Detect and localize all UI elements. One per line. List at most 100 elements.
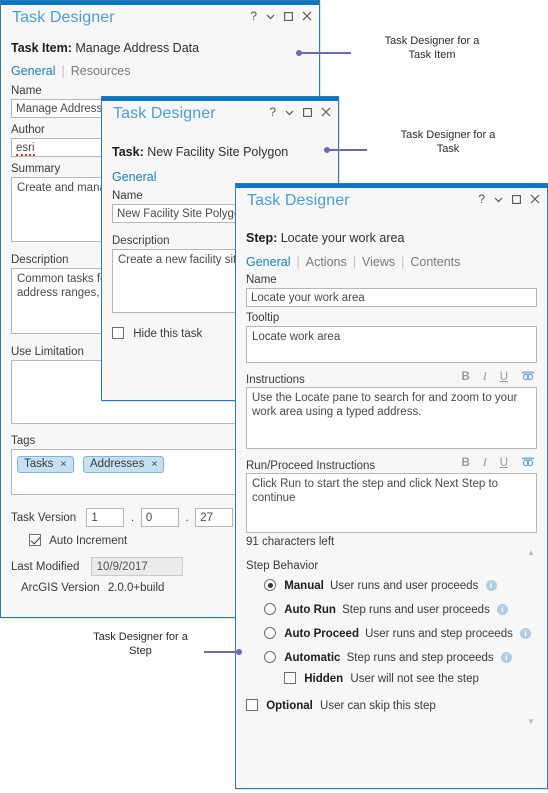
format-toolbar-instructions[interactable]: B I U [462,369,535,384]
callout-line-1: Task Designer for a [400,129,496,141]
version-minor-input[interactable]: 0 [140,508,179,527]
scroll-down-icon[interactable]: ▼ [527,717,535,726]
close-icon[interactable] [302,11,312,21]
titlebar[interactable]: Task Designer ? [236,188,547,218]
close-icon[interactable] [530,194,540,204]
maximize-icon[interactable] [284,11,293,21]
tab-general[interactable]: General [246,255,296,269]
optional-checkbox[interactable] [246,699,258,711]
tag-chip[interactable]: Addresses × [83,456,165,473]
optional-desc: User can skip this step [320,700,436,712]
task-header: Task: New Facility Site Polygon [112,145,328,159]
optional-row[interactable]: Optional User can skip this step [246,699,537,712]
version-build-input[interactable]: 27 [195,508,234,527]
optional-label: Optional [266,700,313,712]
callout-line-1: Task Designer for a [384,35,480,47]
instructions-textarea[interactable]: Use the Locate pane to search for and zo… [246,387,537,449]
tag-remove-icon[interactable]: × [151,458,157,470]
help-icon[interactable]: ? [478,193,485,205]
behavior-option-auto-run[interactable]: Auto Run Step runs and user proceeds i [264,603,537,616]
scroll-down-row[interactable]: ▼ [246,717,537,729]
tab-views[interactable]: Views [356,255,401,269]
chevron-down-icon[interactable] [266,12,275,21]
tag-remove-icon[interactable]: × [60,458,66,470]
radio-manual[interactable] [264,579,276,591]
callout-line-2: Task Item [408,49,456,61]
window-title: Task Designer [247,192,350,209]
task-item-tabs[interactable]: General | Resources [11,64,309,78]
maximize-icon[interactable] [512,194,521,204]
info-icon[interactable]: i [520,628,532,639]
italic-button[interactable]: I [483,371,487,383]
radio-automatic[interactable] [264,651,276,663]
task-header-label: Task: [112,145,144,159]
name-input[interactable]: Locate your work area [246,288,537,307]
radio-auto-run[interactable] [264,603,276,615]
callout-line-2: Step [129,645,152,657]
behavior-name: Auto Proceed [284,628,359,640]
chevron-down-icon[interactable] [494,195,503,204]
scroll-up-row[interactable]: ▲ [246,548,537,557]
hyperlink-icon[interactable] [521,455,535,470]
tab-resources[interactable]: Resources [65,64,137,78]
window-controls[interactable]: ? [478,193,540,205]
window-controls[interactable]: ? [269,106,331,118]
info-icon[interactable]: i [500,652,512,663]
tooltip-textarea[interactable]: Locate work area [246,326,537,363]
tab-contents[interactable]: Contents [404,255,466,269]
task-version-label: Task Version [11,511,77,524]
info-icon[interactable]: i [485,580,497,591]
bold-button[interactable]: B [462,371,470,383]
run-proceed-label: Run/Proceed Instructions [246,460,376,472]
italic-button[interactable]: I [483,457,487,469]
behavior-option-auto-proceed[interactable]: Auto Proceed User runs and step proceeds… [264,627,537,640]
help-icon[interactable]: ? [269,106,276,118]
maximize-icon[interactable] [303,107,312,117]
run-proceed-textarea[interactable]: Click Run to start the step and click Ne… [246,473,537,533]
bold-button[interactable]: B [462,457,470,469]
hidden-desc: User will not see the step [350,673,479,685]
chars-left-text: 91 characters left [246,536,335,548]
chevron-down-icon[interactable] [285,108,294,117]
window-title: Task Designer [12,9,115,26]
author-value: esri [16,142,35,156]
behavior-option-automatic[interactable]: Automatic Step runs and step proceeds i [264,651,537,664]
arcgis-version-label: ArcGIS Version [21,582,100,594]
hyperlink-icon[interactable] [521,369,535,384]
tag-chip[interactable]: Tasks × [17,456,74,473]
last-modified-value: 10/9/2017 [90,557,183,576]
version-major-input[interactable]: 1 [86,508,125,527]
titlebar[interactable]: Task Designer ? [102,101,338,131]
window-title: Task Designer [113,105,216,122]
tab-actions[interactable]: Actions [300,255,353,269]
auto-increment-checkbox[interactable] [29,534,41,546]
behavior-option-manual[interactable]: Manual User runs and user proceeds i [264,579,537,592]
hidden-label: Hidden [304,673,344,685]
tab-general[interactable]: General [11,64,61,78]
hidden-row[interactable]: Hidden User will not see the step [284,672,537,685]
arcgis-version-value: 2.0.0+build [107,582,165,594]
info-icon[interactable]: i [497,604,509,615]
task-item-header: Task Item: Manage Address Data [11,41,309,55]
radio-auto-proceed[interactable] [264,627,276,639]
help-icon[interactable]: ? [250,10,257,22]
task-tabs[interactable]: General [112,170,328,184]
version-separator: . [131,511,135,524]
close-icon[interactable] [321,107,331,117]
window-controls[interactable]: ? [250,10,312,22]
underline-button[interactable]: U [500,457,508,469]
behavior-desc: Step runs and step proceeds [346,652,494,664]
instructions-label: Instructions [246,374,305,386]
step-tabs[interactable]: General | Actions | Views | Contents [246,255,537,269]
tab-general[interactable]: General [112,170,162,184]
hidden-checkbox[interactable] [284,672,296,684]
behavior-desc: User runs and user proceeds [330,580,479,592]
titlebar[interactable]: Task Designer ? [1,5,319,35]
underline-button[interactable]: U [500,371,508,383]
format-toolbar-run-proceed[interactable]: B I U [462,455,535,470]
scroll-up-icon[interactable]: ▲ [527,548,535,557]
callout-leader-1 [299,52,351,54]
hide-task-checkbox[interactable] [112,327,124,339]
window-task-designer-step[interactable]: Task Designer ? Step: Locate your work a… [235,183,548,789]
callout-task-item: Task Designer for a Task Item [352,34,512,62]
